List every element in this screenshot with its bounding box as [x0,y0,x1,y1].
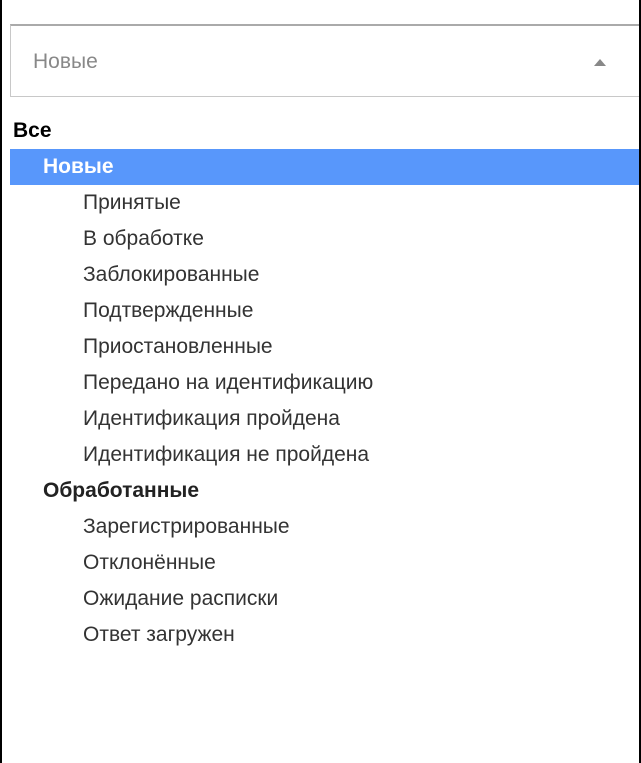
dropdown-group-option[interactable]: Обработанные [10,473,639,509]
dropdown-option[interactable]: Ответ загружен [10,617,639,653]
dropdown-option[interactable]: Идентификация не пройдена [10,437,639,473]
dropdown-group-option[interactable]: Все [10,113,639,149]
dropdown-options-list: Все Новые Принятые В обработке Заблокированн… [10,113,639,653]
dropdown-option[interactable]: Зарегистрированные [10,509,639,545]
dropdown-option[interactable]: Заблокированные [10,257,639,293]
dropdown-frame: Новые Все Новые Принятые В обработке Заблоки… [0,0,641,763]
dropdown-option[interactable]: Приостановленные [10,329,639,365]
triangle-up-icon[interactable] [594,59,606,66]
dropdown-group-option[interactable]: Новые [10,149,639,185]
dropdown-option[interactable]: Идентификация пройдена [10,401,639,437]
dropdown-option[interactable]: Принятые [10,185,639,221]
status-select[interactable]: Новые [10,24,639,97]
dropdown-option[interactable]: В обработке [10,221,639,257]
dropdown-option[interactable]: Отклонённые [10,545,639,581]
dropdown-option[interactable]: Передано на идентификацию [10,365,639,401]
dropdown-option[interactable]: Подтвержденные [10,293,639,329]
dropdown-option[interactable]: Ожидание расписки [10,581,639,617]
selected-value: Новые [33,50,98,73]
